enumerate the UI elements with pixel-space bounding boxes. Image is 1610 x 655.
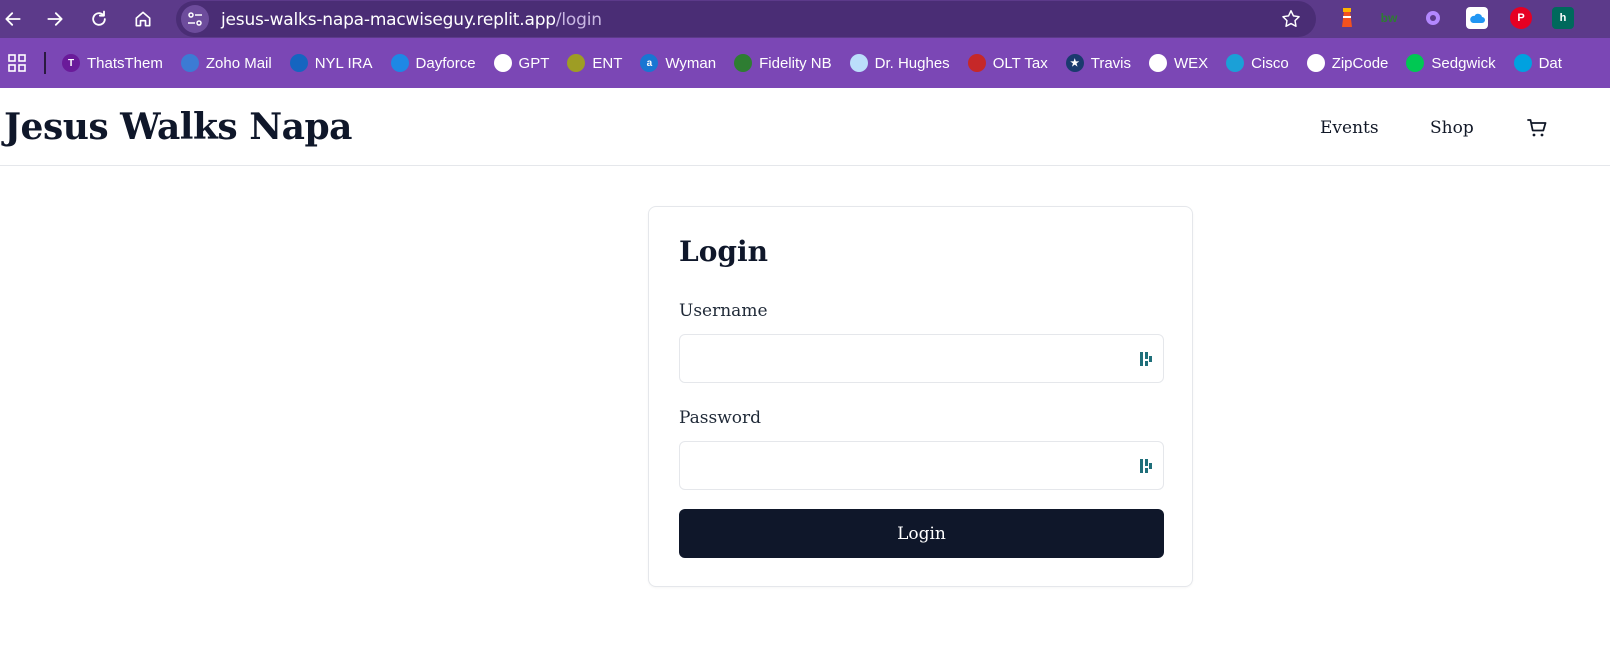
openai-icon bbox=[493, 54, 512, 72]
site-info-button[interactable] bbox=[181, 5, 209, 33]
ent-icon bbox=[567, 54, 586, 72]
home-button[interactable] bbox=[132, 8, 154, 30]
reload-button[interactable] bbox=[88, 8, 110, 30]
shopping-cart-icon[interactable] bbox=[1525, 116, 1549, 140]
extension-bw-icon[interactable]: bw bbox=[1378, 7, 1400, 29]
bookmark-label: Sedgwick bbox=[1431, 54, 1496, 72]
browser-toolbar: jesus-walks-napa-macwiseguy.replit.app/l… bbox=[0, 0, 1610, 38]
password-input[interactable] bbox=[680, 442, 1163, 489]
reload-icon bbox=[92, 10, 106, 26]
bookmark-label: Travis bbox=[1090, 54, 1131, 72]
bookmark-label: Cisco bbox=[1251, 54, 1289, 72]
extension-teal-icon[interactable]: h bbox=[1552, 7, 1574, 29]
password-label: Password bbox=[679, 408, 762, 428]
url-path: /login bbox=[555, 10, 602, 30]
bookmark-label: Wyman bbox=[665, 54, 717, 72]
apps-grid-icon[interactable] bbox=[8, 54, 26, 72]
bookmarks-list: T ThatsThem Zoho Mail NYL IRA Dayforce GPT ENT… bbox=[62, 38, 1580, 88]
arrow-right-icon bbox=[47, 12, 63, 26]
travis-icon: ★ bbox=[1065, 54, 1084, 72]
salesforce-icon bbox=[1513, 54, 1532, 72]
bookmark-label: Zoho Mail bbox=[205, 54, 272, 72]
bookmark-label: ENT bbox=[592, 54, 623, 72]
extension-pinterest-icon[interactable]: P bbox=[1510, 7, 1532, 29]
bookmark-item[interactable]: Dr. Hughes bbox=[849, 54, 950, 72]
bookmark-item[interactable]: ★ Travis bbox=[1065, 54, 1131, 72]
extension-icloud-icon[interactable] bbox=[1466, 7, 1488, 29]
bookmark-label: NYL IRA bbox=[314, 54, 373, 72]
nav-shop-link[interactable]: Shop bbox=[1430, 118, 1474, 138]
bookmark-item[interactable]: Cisco bbox=[1226, 54, 1289, 72]
password-manager-icon[interactable] bbox=[1139, 458, 1153, 474]
sedgwick-icon bbox=[1406, 54, 1425, 72]
bookmark-item[interactable]: T ThatsThem bbox=[62, 54, 163, 72]
bookmark-item[interactable]: Fidelity NB bbox=[734, 54, 832, 72]
bookmark-item[interactable]: WEX bbox=[1149, 54, 1208, 72]
bookmark-label: WEX bbox=[1174, 54, 1209, 72]
globe-icon bbox=[1149, 54, 1167, 72]
site-brand[interactable]: Jesus Walks Napa bbox=[4, 106, 352, 148]
bookmark-item[interactable]: ENT bbox=[567, 54, 622, 72]
fidelity-icon bbox=[734, 54, 753, 72]
bookmark-item[interactable]: Dat bbox=[1513, 54, 1562, 72]
bookmark-item[interactable]: ZipCode bbox=[1306, 54, 1389, 72]
bookmark-label: ZipCode bbox=[1331, 54, 1389, 72]
document-icon bbox=[849, 54, 868, 72]
olt-icon bbox=[967, 54, 986, 72]
dayforce-icon bbox=[390, 54, 409, 72]
url-text: jesus-walks-napa-macwiseguy.replit.app/l… bbox=[221, 10, 602, 30]
nyl-icon bbox=[289, 54, 308, 72]
bookmark-label: ThatsThem bbox=[87, 54, 163, 72]
site-header: Jesus Walks Napa Events Shop bbox=[0, 88, 1610, 166]
nav-events-link[interactable]: Events bbox=[1320, 118, 1379, 138]
bookmark-item[interactable]: Dayforce bbox=[390, 54, 476, 72]
login-title: Login bbox=[679, 235, 768, 268]
bookmark-label: Dr. Hughes bbox=[874, 54, 950, 72]
url-host: jesus-walks-napa-macwiseguy.replit.app bbox=[221, 10, 556, 30]
back-button[interactable] bbox=[2, 8, 24, 30]
bookmark-label: Dayforce bbox=[415, 54, 476, 72]
bookmark-item[interactable]: OLT Tax bbox=[967, 54, 1048, 72]
address-bar[interactable]: jesus-walks-napa-macwiseguy.replit.app/l… bbox=[176, 1, 1316, 37]
bookmark-item[interactable]: NYL IRA bbox=[289, 54, 373, 72]
login-card: Login Username Password Login bbox=[648, 206, 1193, 587]
globe-icon bbox=[1306, 54, 1325, 72]
tune-icon bbox=[188, 12, 202, 26]
bookmarks-separator bbox=[44, 52, 46, 74]
login-submit-button[interactable]: Login bbox=[679, 509, 1164, 558]
bookmark-label: Dat bbox=[1538, 54, 1562, 72]
bookmark-star-icon[interactable] bbox=[1280, 8, 1302, 30]
wyman-icon: a bbox=[640, 54, 659, 72]
bookmark-item[interactable]: Sedgwick bbox=[1406, 54, 1496, 72]
username-input[interactable] bbox=[680, 335, 1163, 382]
bookmark-item[interactable]: GPT bbox=[493, 54, 550, 72]
thatsthem-icon: T bbox=[62, 54, 80, 72]
username-field-wrapper bbox=[679, 334, 1164, 383]
extension-gear-icon[interactable] bbox=[1422, 7, 1444, 29]
username-label: Username bbox=[679, 301, 768, 321]
zoho-mail-icon bbox=[180, 54, 199, 72]
bookmarks-bar: T ThatsThem Zoho Mail NYL IRA Dayforce GPT ENT… bbox=[0, 38, 1610, 88]
bookmark-item[interactable]: a Wyman bbox=[640, 54, 716, 72]
bookmark-label: GPT bbox=[518, 54, 550, 72]
arrow-left-icon bbox=[5, 12, 21, 26]
password-manager-icon[interactable] bbox=[1139, 351, 1153, 367]
bookmark-label: OLT Tax bbox=[992, 54, 1048, 72]
extension-lighthouse-icon[interactable] bbox=[1336, 7, 1358, 29]
forward-button[interactable] bbox=[44, 8, 66, 30]
bookmark-label: Fidelity NB bbox=[759, 54, 832, 72]
cisco-icon bbox=[1226, 54, 1245, 72]
home-icon bbox=[135, 11, 151, 27]
password-field-wrapper bbox=[679, 441, 1164, 490]
bookmark-item[interactable]: Zoho Mail bbox=[180, 54, 272, 72]
